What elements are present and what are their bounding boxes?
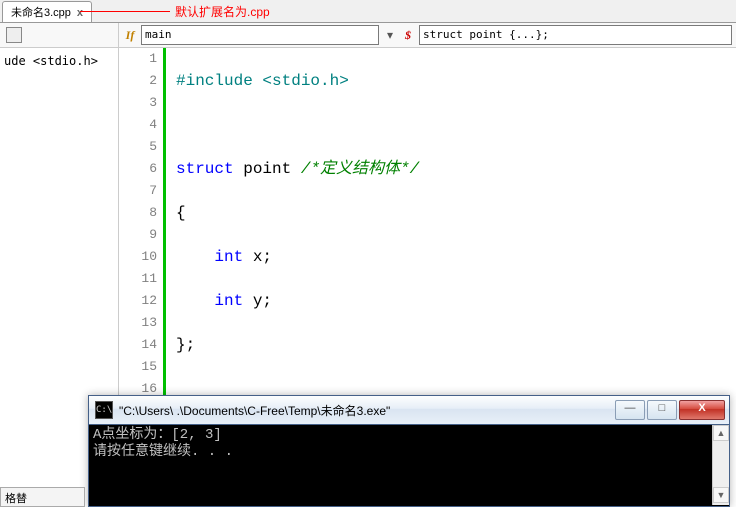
code-text[interactable]: #include <stdio.h> struct point /*定义结构体*…: [166, 48, 736, 403]
scroll-down-icon[interactable]: ▼: [713, 487, 729, 503]
console-window: C:\ "C:\Users\ .\Documents\C-Free\Temp\未…: [88, 395, 730, 507]
file-tab[interactable]: 未命名3.cpp x: [2, 1, 92, 22]
console-titlebar[interactable]: C:\ "C:\Users\ .\Documents\C-Free\Temp\未…: [89, 396, 729, 425]
function-bar: If main ▾ $ struct point {...};: [119, 23, 736, 48]
fn-icon: If: [123, 28, 137, 42]
console-body[interactable]: A点坐标为：[2, 3] 请按任意键继续. . . ▲ ▼: [89, 425, 729, 505]
tab-title: 未命名3.cpp: [11, 7, 71, 19]
panel-icon[interactable]: [6, 27, 22, 43]
editor-pane: If main ▾ $ struct point {...}; 1234 567…: [119, 23, 736, 403]
struct-icon: $: [401, 28, 415, 42]
tab-close-icon[interactable]: x: [77, 7, 83, 19]
main-area: ude <stdio.h> If main ▾ $ struct point {…: [0, 23, 736, 403]
bottom-tab[interactable]: 格替: [0, 487, 85, 507]
console-title: "C:\Users\ .\Documents\C-Free\Temp\未命名3.…: [119, 402, 615, 419]
close-button[interactable]: X: [679, 400, 725, 420]
console-scrollbar[interactable]: ▲ ▼: [712, 425, 729, 505]
annotation-text: 默认扩展名为.cpp: [175, 3, 270, 20]
code-area[interactable]: 1234 5678 9101112 13141516 #include <std…: [119, 48, 736, 403]
function-select-left[interactable]: main: [141, 25, 379, 45]
dropdown-icon[interactable]: ▾: [383, 28, 397, 42]
window-buttons: — □ X: [615, 400, 725, 420]
console-icon: C:\: [95, 401, 113, 419]
scroll-up-icon[interactable]: ▲: [713, 425, 729, 441]
minimize-button[interactable]: —: [615, 400, 645, 420]
left-toolbar: [0, 23, 118, 48]
maximize-button[interactable]: □: [647, 400, 677, 420]
annotation-line: [80, 11, 170, 12]
left-snippet: ude <stdio.h>: [0, 48, 118, 74]
left-pane: ude <stdio.h>: [0, 23, 119, 403]
function-select-right[interactable]: struct point {...};: [419, 25, 732, 45]
tab-bar: 未命名3.cpp x 默认扩展名为.cpp: [0, 0, 736, 23]
line-gutter: 1234 5678 9101112 13141516: [119, 48, 163, 403]
console-output: A点坐标为：[2, 3] 请按任意键继续. . .: [89, 425, 729, 463]
